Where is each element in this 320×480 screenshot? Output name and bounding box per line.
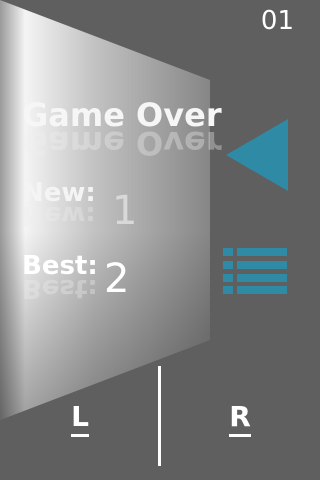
right-control-label: R	[229, 402, 251, 437]
best-score-value: 2	[104, 256, 130, 302]
score-counter: 01	[260, 6, 294, 36]
play-back-triangle-icon	[226, 119, 288, 191]
menu-button[interactable]	[223, 248, 289, 294]
list-menu-icon	[223, 248, 287, 294]
best-score-label-reflection: Best:	[22, 273, 98, 303]
left-control-label: L	[71, 402, 89, 437]
new-score-label-reflection: New:	[22, 200, 96, 230]
back-button[interactable]	[224, 117, 290, 193]
new-score-value: 1	[112, 188, 138, 234]
controls-divider	[158, 366, 161, 466]
game-over-title-reflection: Game Over	[22, 124, 222, 162]
left-control-button[interactable]: L	[60, 400, 100, 437]
right-control-button[interactable]: R	[220, 400, 260, 437]
